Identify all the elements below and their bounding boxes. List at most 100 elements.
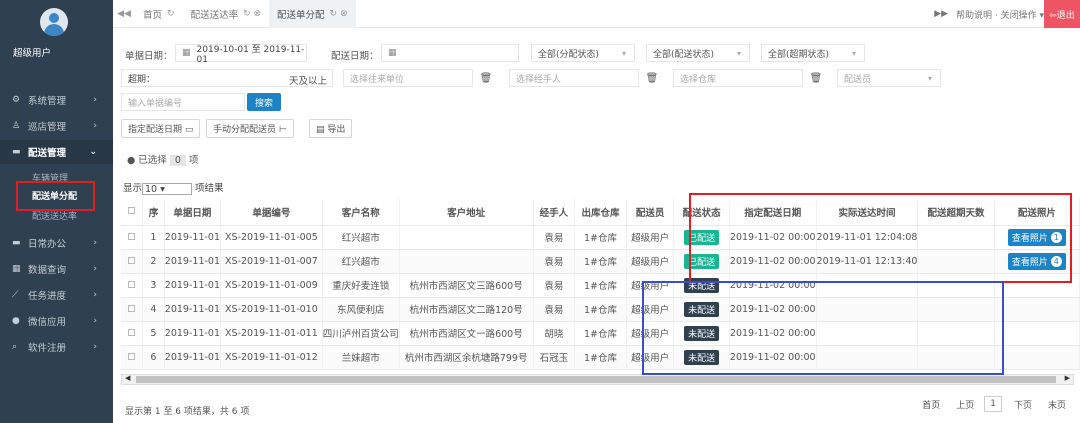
sidebar-item-data-query[interactable]: ▦ 数据查询 › <box>0 257 113 281</box>
cell-deliverer: 超级用户 <box>626 249 675 274</box>
col-header[interactable]: 经手人 <box>533 199 576 226</box>
sidebar-item-task-progress[interactable]: ⟋ 任务进度 › <box>0 283 113 307</box>
alloc-status-select[interactable]: 全部(分配状态) ▾ <box>531 44 635 62</box>
row-checkbox[interactable] <box>121 297 144 322</box>
cell-code: XS-2019-11-01-012 <box>220 345 323 370</box>
sidebar-item-register[interactable]: ⌕ 软件注册 › <box>0 335 113 359</box>
scroll-left-icon[interactable]: ◀ <box>125 374 130 382</box>
cell-photo <box>994 297 1080 322</box>
row-checkbox[interactable] <box>121 273 144 298</box>
unit-select[interactable]: 选择往来单位 <box>343 69 473 87</box>
cell-date: 2019-11-01 <box>164 249 222 274</box>
deliverer-select[interactable]: 配送员 ▾ <box>837 69 941 87</box>
sidebar-item-store-patrol[interactable]: ♙ 巡店管理 › <box>0 114 113 138</box>
truck-icon: ▬ <box>12 147 21 157</box>
page-size-select[interactable]: 10 ▾ <box>142 182 193 195</box>
chevron-down-icon: ⌄ <box>89 147 97 157</box>
prev-page-button[interactable]: 上页 <box>956 398 974 411</box>
logout-button[interactable]: ⇦退出 <box>1044 0 1080 28</box>
user-avatar[interactable] <box>40 8 68 36</box>
col-header[interactable]: 出库仓库 <box>574 199 627 226</box>
row-checkbox[interactable] <box>121 321 144 346</box>
sidebar-item-wechat[interactable]: ● 微信应用 › <box>0 309 113 333</box>
export-button[interactable]: ▤ 导出 <box>309 119 353 138</box>
last-page-button[interactable]: 末页 <box>1048 398 1066 411</box>
key-icon: ⌕ <box>12 342 18 352</box>
sidebar-item-delivery[interactable]: ▬ 配送管理 ⌄ <box>0 140 113 164</box>
username: 超级用户 <box>13 48 52 59</box>
cell-date: 2019-11-01 <box>164 297 222 322</box>
next-page-button[interactable]: 下页 <box>1014 398 1032 411</box>
tab-dispatch[interactable]: 配送单分配 ↻ ⊗ <box>269 0 356 28</box>
help-close-menu[interactable]: 帮助说明 · 关闭操作 ▾ <box>956 8 1044 21</box>
assign-deliverer-button[interactable]: 手动分配配送员 ⊢ <box>206 119 294 138</box>
row-checkbox[interactable] <box>121 249 144 274</box>
clear-warehouse-icon[interactable]: 🗑 <box>805 69 827 87</box>
selected-count: ● 已选择 0 项 <box>127 155 199 166</box>
doc-number-input[interactable]: 输入单据编号 <box>121 93 245 111</box>
horizontal-scrollbar[interactable]: ◀ ▶ <box>121 374 1074 385</box>
clear-unit-icon[interactable]: 🗑 <box>475 69 497 87</box>
cell-date: 2019-11-01 <box>164 345 222 370</box>
first-page-button[interactable]: 首页 <box>922 398 940 411</box>
highlight-box-columns <box>689 193 1072 283</box>
pagination-info: 显示第 1 至 6 项结果，共 6 项 <box>125 407 250 417</box>
assign-date-button[interactable]: 指定配送日期 ▭ <box>121 119 201 138</box>
cell-date: 2019-11-01 <box>164 225 222 250</box>
col-header[interactable]: 配送员 <box>626 199 675 226</box>
highlight-box-undelivered <box>642 281 1004 375</box>
sidebar: 超级用户 ⚙ 系统管理 › ♙ 巡店管理 › ▬ 配送管理 ⌄ 车辆管理 配送单分配 配送送… <box>0 0 113 423</box>
col-header[interactable]: 序 <box>142 199 165 226</box>
tab-home[interactable]: 首页 ↻ <box>135 0 183 28</box>
overdue-status-select[interactable]: 全部(超期状态) ▾ <box>761 44 865 62</box>
tab-delivery-rate[interactable]: 配送送达率 ↻ ⊗ <box>183 0 269 28</box>
handler-select[interactable]: 选择经手人 <box>509 69 639 87</box>
tabs-back-icon[interactable]: ◀◀ <box>113 9 135 19</box>
col-header[interactable]: 单据编号 <box>220 199 323 226</box>
sidebar-item-office[interactable]: ▬ 日常办公 › <box>0 231 113 255</box>
chat-icon: ● <box>12 316 20 326</box>
cell-warehouse: 1#仓库 <box>574 321 627 346</box>
col-header[interactable]: 单据日期 <box>164 199 222 226</box>
warehouse-select[interactable]: 选择仓库 <box>673 69 803 87</box>
cell-no: 1 <box>142 225 165 250</box>
cell-handler: 袁易 <box>533 249 576 274</box>
delivery-status-select[interactable]: 全部(配送状态) ▾ <box>646 44 750 62</box>
cell-code: XS-2019-11-01-005 <box>220 225 323 250</box>
chevron-right-icon: › <box>93 238 97 248</box>
cell-warehouse: 1#仓库 <box>574 297 627 322</box>
page-size-control: 显示 10 ▾ 项结果 <box>123 182 224 195</box>
refresh-icon[interactable]: ↻ <box>167 9 175 19</box>
cell-code: XS-2019-11-01-011 <box>220 321 323 346</box>
cell-deliverer: 超级用户 <box>626 225 675 250</box>
current-page-button[interactable]: 1 <box>984 396 1002 412</box>
clear-handler-icon[interactable]: 🗑 <box>641 69 663 87</box>
doc-date-range-input[interactable]: ▦ 2019-10-01 至 2019-11-01 <box>175 44 307 65</box>
scroll-thumb[interactable] <box>136 376 1056 383</box>
refresh-close-icon[interactable]: ↻ ⊗ <box>243 9 261 19</box>
chevron-down-icon: ▾ <box>927 73 932 83</box>
sidebar-item-system[interactable]: ⚙ 系统管理 › <box>0 88 113 112</box>
cell-address: 杭州市西湖区余杭塘路799号 <box>399 345 534 370</box>
row-checkbox[interactable] <box>121 225 144 250</box>
days-suffix: 天及以上 <box>289 76 328 87</box>
select-all-checkbox[interactable] <box>121 199 144 226</box>
cell-warehouse: 1#仓库 <box>574 225 627 250</box>
gear-icon: ⚙ <box>12 95 21 105</box>
tabs-forward-icon[interactable]: ▶▶ <box>934 9 948 19</box>
chevron-right-icon: › <box>93 95 97 105</box>
cell-customer: 红兴超市 <box>322 249 400 274</box>
delivery-date-label: 配送日期： <box>331 51 379 62</box>
scroll-right-icon[interactable]: ▶ <box>1065 374 1070 382</box>
cell-no: 5 <box>142 321 165 346</box>
chevron-right-icon: › <box>93 264 97 274</box>
col-header[interactable]: 客户地址 <box>399 199 534 226</box>
cell-address: 杭州市西湖区文二路120号 <box>399 297 534 322</box>
cell-date: 2019-11-01 <box>164 273 222 298</box>
row-checkbox[interactable] <box>121 345 144 370</box>
col-header[interactable]: 客户名称 <box>322 199 400 226</box>
refresh-close-icon[interactable]: ↻ ⊗ <box>330 9 348 19</box>
search-button[interactable]: 搜索 <box>247 93 281 111</box>
doc-date-label: 单据日期： <box>125 51 173 62</box>
delivery-date-input[interactable]: ▦ <box>381 44 519 62</box>
